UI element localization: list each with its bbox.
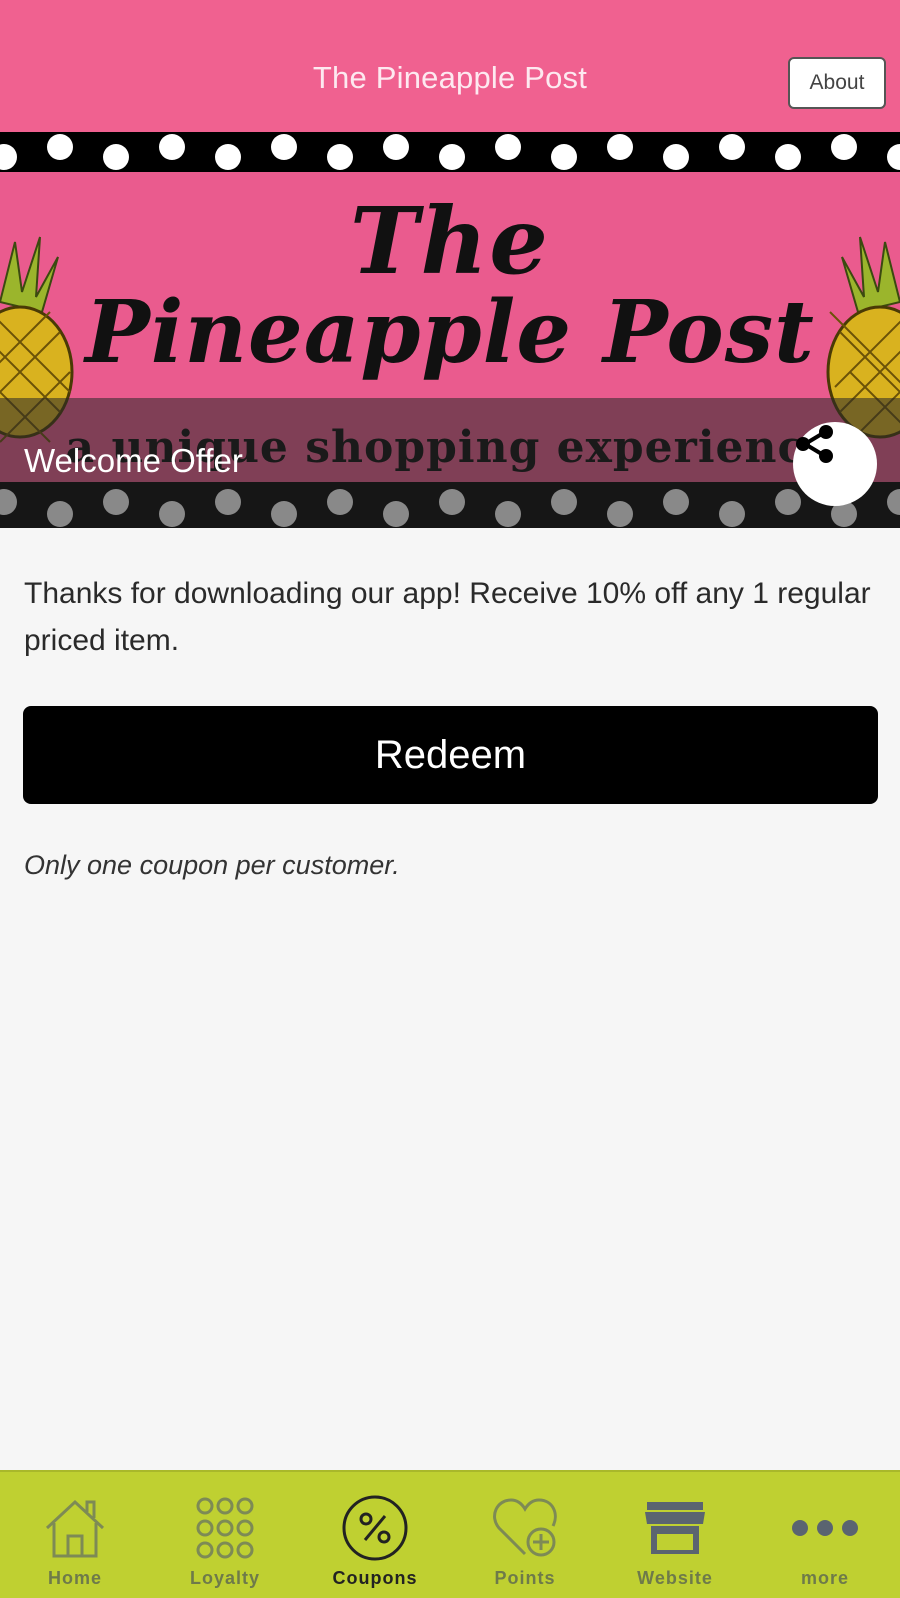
- nav-label-points: Points: [494, 1568, 556, 1588]
- points-icon: [493, 1498, 557, 1557]
- logo-name-text: Pineapple Post: [85, 282, 815, 383]
- share-button[interactable]: [793, 422, 877, 506]
- nav-label-more: more: [800, 1568, 849, 1588]
- home-icon: [45, 1499, 105, 1558]
- nav-item-points[interactable]: Points: [450, 1472, 600, 1598]
- nav-label-coupons: Coupons: [332, 1568, 418, 1588]
- nav-item-website[interactable]: Website: [600, 1472, 750, 1598]
- nav-label-home: Home: [47, 1568, 102, 1588]
- nav-item-home[interactable]: Home: [0, 1472, 150, 1598]
- offer-fine-print: Only one coupon per customer.: [24, 850, 400, 880]
- share-icon: [796, 425, 833, 463]
- nav-item-loyalty[interactable]: Loyalty: [150, 1472, 300, 1598]
- nav-item-coupons[interactable]: Coupons: [300, 1472, 450, 1598]
- nav-label-website: Website: [637, 1568, 713, 1588]
- nav-label-loyalty: Loyalty: [189, 1568, 261, 1588]
- offer-banner: The Pineapple Post a unique shopping exp…: [0, 132, 900, 528]
- logo-the-text: The: [350, 187, 550, 295]
- nav-item-more[interactable]: more: [750, 1472, 900, 1598]
- offer-description: Thanks for downloading our app! Receive …: [24, 577, 871, 657]
- coupon-icon: [342, 1495, 408, 1561]
- more-icon: [792, 1520, 858, 1536]
- offer-title: Welcome Offer: [24, 442, 243, 479]
- store-icon: [645, 1502, 705, 1554]
- redeem-button[interactable]: Redeem: [23, 706, 878, 804]
- loyalty-icon: [196, 1497, 254, 1559]
- bottom-nav: Home Loyalty Coupons Points Website more: [0, 1470, 900, 1598]
- page-title: The Pineapple Post: [312, 60, 588, 95]
- app-header: The Pineapple Post About: [0, 0, 900, 132]
- about-button[interactable]: About: [788, 57, 886, 109]
